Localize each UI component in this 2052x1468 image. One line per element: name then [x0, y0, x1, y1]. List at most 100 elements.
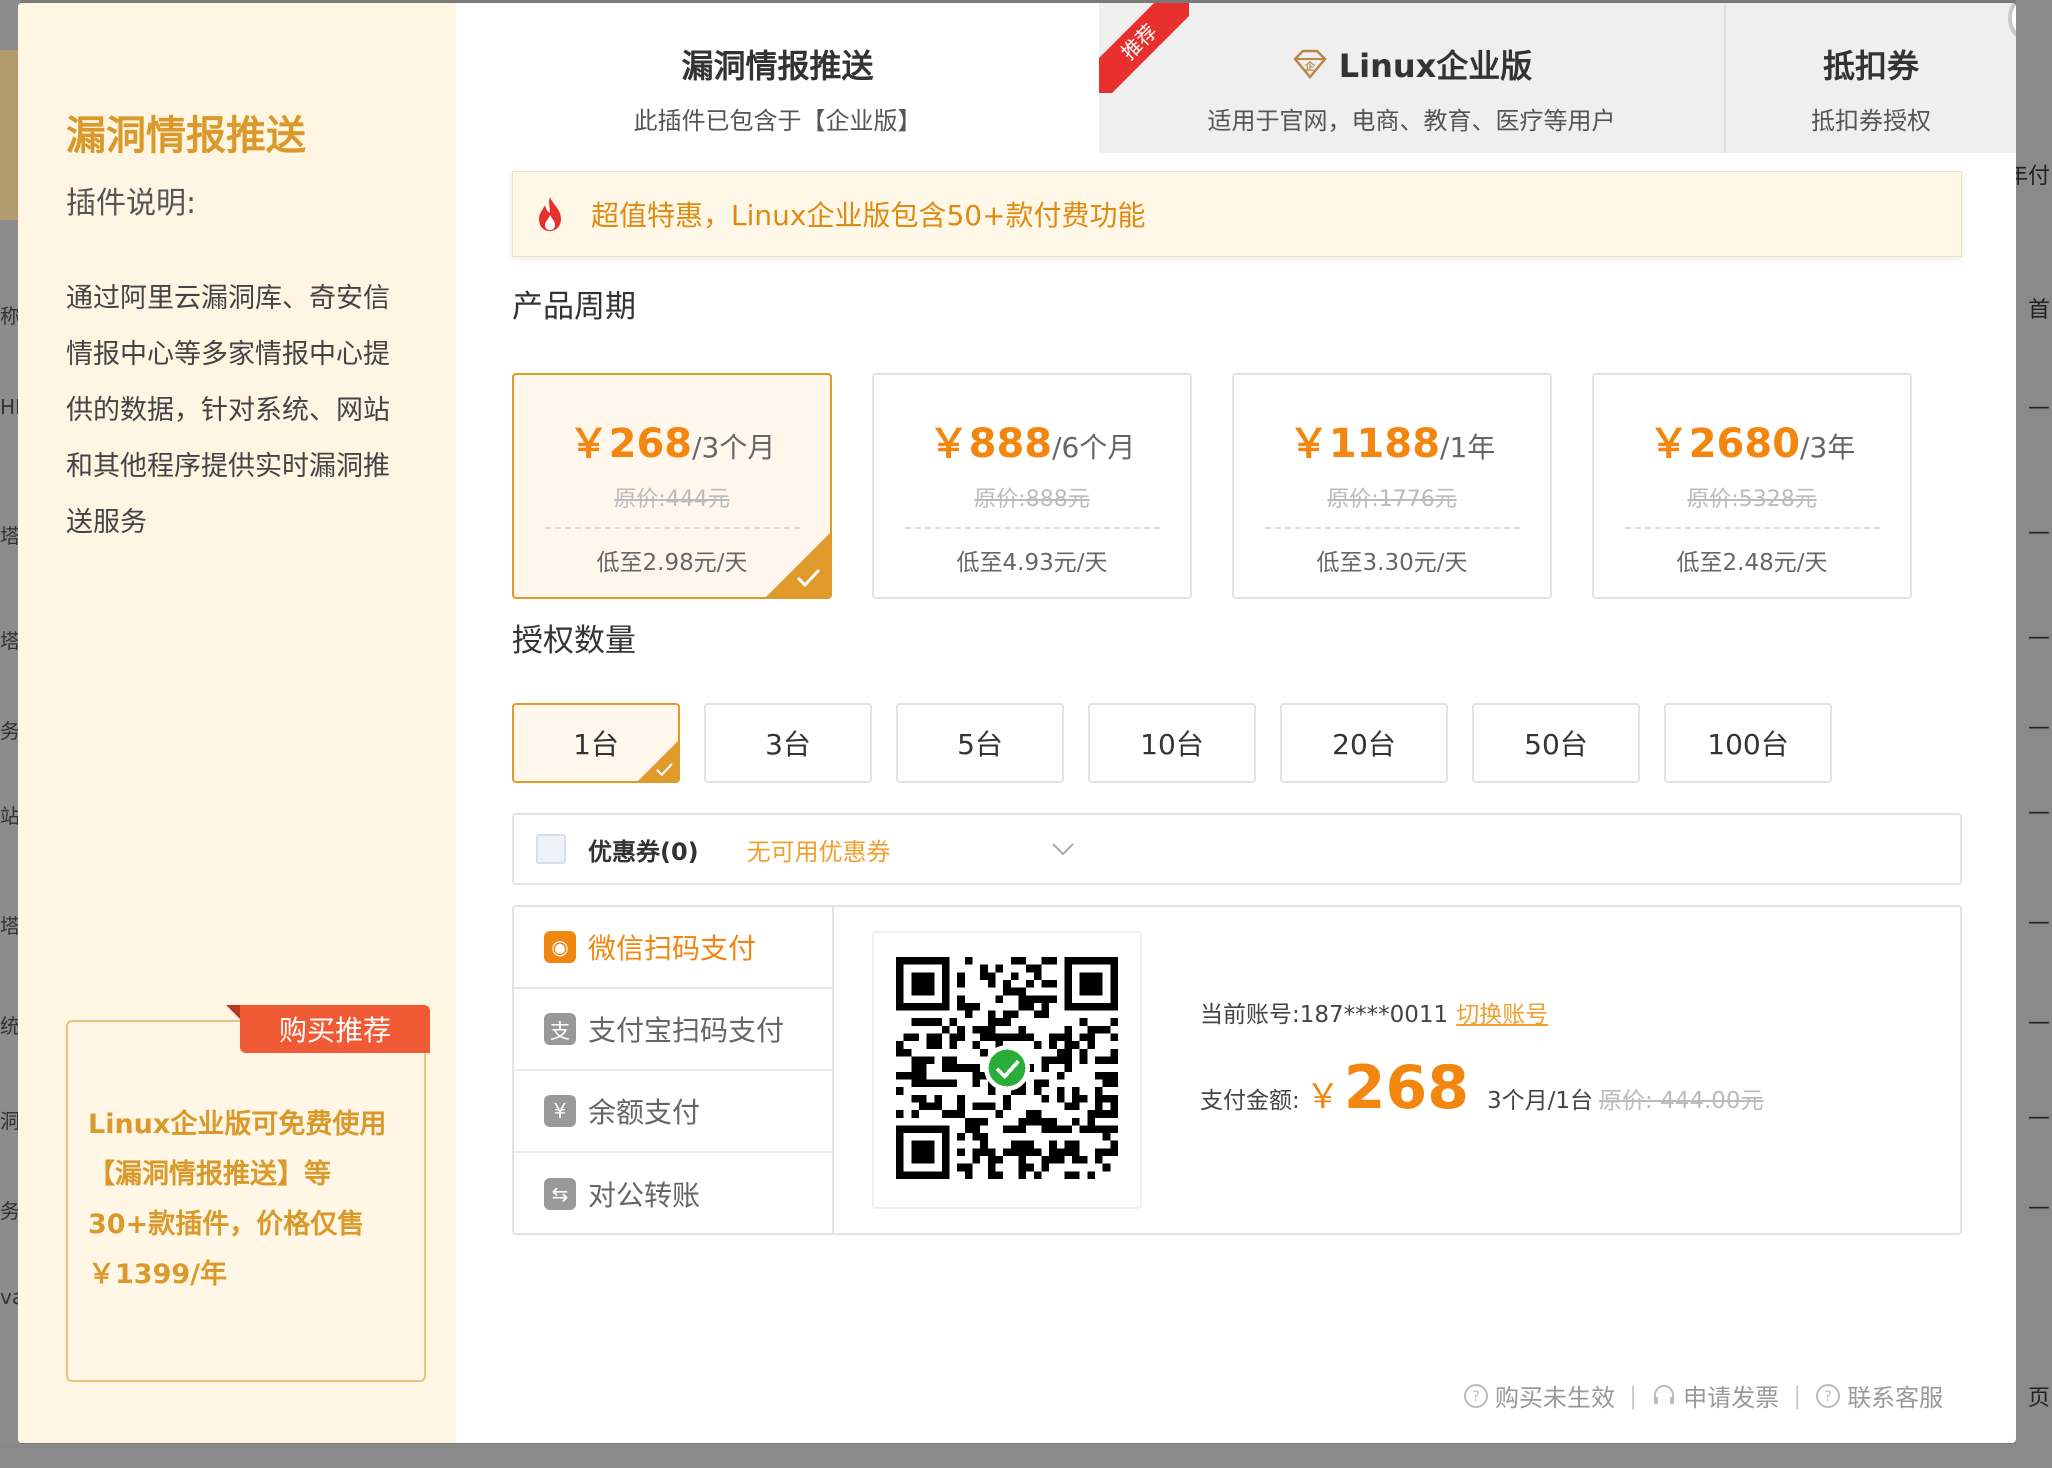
amount-original-price: 原价: 444.00元	[1599, 1088, 1764, 1114]
quantity-option[interactable]: 10台	[1088, 703, 1256, 783]
svg-text:?: ?	[1824, 1389, 1831, 1405]
tab-plugin-title: 漏洞情报推送	[681, 47, 874, 85]
payment-method-transfer[interactable]: ⇆ 对公转账	[514, 1153, 832, 1235]
payment-amount: 支付金额: ￥ 268 3个月/1台 原价: 444.00元	[1200, 1053, 1764, 1123]
amount-label: 支付金额:	[1200, 1088, 1300, 1114]
diamond-icon: 企	[1293, 49, 1327, 79]
payment-panel: ◉ 微信扫码支付支支付宝扫码支付 ¥ 余额支付 ⇆ 对公转账 当前账号:187****00…	[512, 905, 1962, 1235]
footer-link-support[interactable]: ? 联系客服	[1815, 1378, 1943, 1413]
price-value: 888	[968, 421, 1053, 467]
original-price: 原价:444元	[614, 487, 730, 512]
payment-method-label: 余额支付	[588, 1096, 701, 1129]
coupon-row[interactable]: 优惠券(0) 无可用优惠券	[512, 813, 1962, 885]
divider	[1624, 527, 1880, 529]
tab-plugin-subtitle: 此插件已包含于【企业版】	[633, 107, 922, 135]
amount-period: 3个月/1台	[1487, 1088, 1594, 1114]
tab-linux-subtitle: 适用于官网，电商、教育、医疗等用户	[1207, 107, 1616, 135]
period-option-card[interactable]: ￥888/6个月原价:888元 低至4.93元/天	[872, 373, 1192, 599]
background-left-fragment: 称	[0, 304, 20, 328]
recommend-tag: 购买推荐	[226, 1005, 430, 1053]
qr-code	[896, 957, 1118, 1179]
chevron-down-icon[interactable]	[1051, 841, 1075, 857]
price-currency: ￥	[928, 421, 969, 467]
footer-links: ? 购买未生效 | 申请发票 | ? 联系客服	[1463, 1378, 1943, 1413]
background-right-fragment: —	[2028, 625, 2050, 650]
footer-link-invoice[interactable]: 申请发票	[1651, 1378, 1779, 1413]
promo-text: 超值特惠，Linux企业版包含50+款付费功能	[591, 199, 1146, 232]
promo-banner: 超值特惠，Linux企业版包含50+款付费功能	[512, 171, 1962, 257]
price-value: 2680	[1688, 421, 1801, 467]
quantity-option[interactable]: 20台	[1280, 703, 1448, 783]
payment-method-balance[interactable]: ¥ 余额支付	[514, 1071, 832, 1153]
background-right-fragment: —	[2028, 1105, 2050, 1130]
account-info: 当前账号:187****0011 切换账号	[1200, 995, 1548, 1029]
tab-voucher[interactable]: 抵扣券 抵扣券授权	[1724, 3, 2016, 153]
background-right-fragment: —	[2028, 1010, 2050, 1035]
price-unit: /3个月	[692, 431, 776, 464]
balance-icon: ¥	[544, 1095, 576, 1127]
plugin-subtitle: 插件说明:	[66, 186, 197, 221]
divider	[904, 527, 1160, 529]
recommend-ribbon: 推荐	[1099, 3, 1189, 93]
qr-code-box	[872, 931, 1142, 1209]
background-right-fragment: —	[2028, 800, 2050, 825]
period-option-card[interactable]: ￥268/3个月 原价:444元 低至2.98元/天	[512, 373, 832, 599]
switch-account-link[interactable]: 切换账号	[1456, 1002, 1548, 1028]
tab-voucher-title: 抵扣券	[1822, 47, 1919, 85]
coupon-checkbox[interactable]	[536, 834, 566, 864]
quantity-label: 1台	[573, 728, 619, 761]
price-value: 1188	[1328, 421, 1441, 467]
tab-linux-title: Linux企业版	[1338, 47, 1533, 85]
payment-method-alipay[interactable]: 支支付宝扫码支付	[514, 989, 832, 1071]
background-right-fragment: —	[2028, 910, 2050, 935]
alipay-icon: 支	[544, 1013, 576, 1045]
footer-link-purchase-issue[interactable]: ? 购买未生效	[1463, 1378, 1615, 1413]
payment-method-label: 支付宝扫码支付	[588, 1014, 785, 1047]
quantity-label: 10台	[1140, 728, 1204, 761]
quantity-option[interactable]: 1台	[512, 703, 680, 783]
price-unit: /3年	[1800, 431, 1856, 464]
original-price: 原价:888元	[974, 487, 1090, 512]
period-option-card[interactable]: ￥1188/1年原价:1776元 低至3.30元/天	[1232, 373, 1552, 599]
quantity-option[interactable]: 100台	[1664, 703, 1832, 783]
product-tabs: 漏洞情报推送 此插件已包含于【企业版】 企 Linux企业版 适用于官网，电商、…	[456, 3, 2016, 153]
payment-method-wechat[interactable]: ◉ 微信扫码支付	[514, 907, 832, 989]
daily-price: 低至4.93元/天	[956, 550, 1108, 576]
payment-methods: ◉ 微信扫码支付支支付宝扫码支付 ¥ 余额支付 ⇆ 对公转账	[514, 907, 834, 1233]
daily-price: 低至3.30元/天	[1316, 550, 1468, 576]
quantity-option[interactable]: 50台	[1472, 703, 1640, 783]
background-left-fragment: 塔	[0, 629, 20, 653]
price-currency: ￥	[1648, 421, 1689, 467]
coupon-select-value[interactable]: 无可用优惠券	[747, 832, 891, 867]
purchase-dialog: 漏洞情报推送 插件说明: 通过阿里云漏洞库、奇安信情报中心等多家情报中心提供的数…	[18, 3, 2016, 1443]
quantity-option[interactable]: 3台	[704, 703, 872, 783]
account-label: 当前账号:187****0011	[1200, 1002, 1449, 1028]
fire-icon	[539, 197, 561, 231]
recommend-text: Linux企业版可免费使用【漏洞情报推送】等30+款插件，价格仅售￥1399/年	[88, 1109, 387, 1290]
footer-link-label: 联系客服	[1847, 1384, 1944, 1412]
tab-linux-enterprise[interactable]: 企 Linux企业版 适用于官网，电商、教育、医疗等用户	[1099, 3, 1724, 153]
footer-link-label: 申请发票	[1683, 1384, 1780, 1412]
tab-voucher-subtitle: 抵扣券授权	[1811, 107, 1931, 135]
original-price: 原价:1776元	[1327, 487, 1457, 512]
period-price: ￥1188/1年	[1234, 411, 1550, 469]
question-circle-icon: ?	[1816, 1383, 1841, 1408]
period-option-card[interactable]: ￥2680/3年原价:5328元 低至2.48元/天	[1592, 373, 1912, 599]
background-left-fragment: 站	[0, 804, 20, 828]
period-price: ￥2680/3年	[1594, 411, 1910, 469]
price-unit: /1年	[1440, 431, 1496, 464]
price-currency: ￥	[568, 421, 609, 467]
price-unit: /6个月	[1052, 431, 1136, 464]
original-price: 原价:5328元	[1687, 487, 1817, 512]
period-price: ￥268/3个月	[514, 411, 830, 469]
quantity-option[interactable]: 5台	[896, 703, 1064, 783]
background-left-fragment: 务	[0, 719, 20, 743]
background-left-fragment: 塔	[0, 524, 20, 548]
coupon-label: 优惠券(0)	[588, 837, 699, 866]
divider	[544, 527, 800, 529]
background-left-fragment: 务	[0, 1199, 20, 1223]
daily-price: 低至2.48元/天	[1676, 550, 1828, 576]
tab-plugin[interactable]: 漏洞情报推送 此插件已包含于【企业版】	[456, 3, 1099, 153]
payment-method-label: 对公转账	[588, 1179, 701, 1212]
background-left-fragment: 塔	[0, 914, 20, 938]
